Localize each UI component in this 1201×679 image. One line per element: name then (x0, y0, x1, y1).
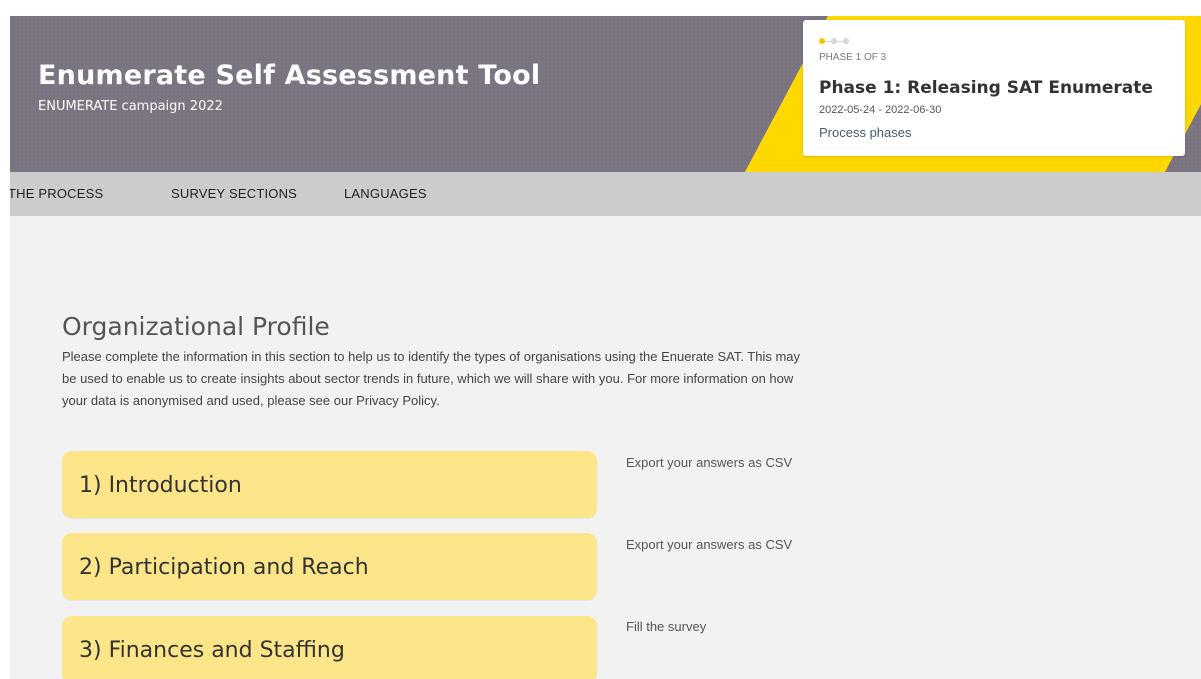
nav-languages[interactable]: LANGUAGES (344, 186, 427, 201)
header-banner: Enumerate Self Assessment Tool ENUMERATE… (10, 16, 1201, 172)
app-title: Enumerate Self Assessment Tool (38, 60, 541, 91)
main-nav: THE PROCESS SURVEY SECTIONS LANGUAGES (10, 172, 1201, 216)
section-title: Organizational Profile (62, 312, 330, 341)
page: Enumerate Self Assessment Tool ENUMERATE… (10, 16, 1201, 679)
phase-dot-3 (843, 38, 849, 44)
phase-card: PHASE 1 OF 3 Phase 1: Releasing SAT Enum… (803, 20, 1185, 156)
phase-progress-dots (819, 38, 849, 44)
phase-title: Phase 1: Releasing SAT Enumerate (819, 78, 1153, 98)
process-phases-link[interactable]: Process phases (819, 125, 912, 140)
survey-section-label: 2) Participation and Reach (79, 555, 369, 580)
phase-dates: 2022-05-24 - 2022-06-30 (819, 104, 942, 116)
survey-section-label: 3) Finances and Staffing (79, 638, 345, 663)
survey-section-card-introduction[interactable]: 1) Introduction (62, 451, 597, 518)
nav-survey-sections[interactable]: SURVEY SECTIONS (171, 186, 297, 201)
export-csv-link[interactable]: Export your answers as CSV (626, 454, 796, 472)
nav-the-process[interactable]: THE PROCESS (10, 186, 103, 201)
export-csv-link[interactable]: Export your answers as CSV (626, 536, 796, 554)
phase-counter: PHASE 1 OF 3 (819, 52, 887, 63)
survey-section-card-finances[interactable]: 3) Finances and Staffing (62, 616, 597, 679)
survey-section-card-participation[interactable]: 2) Participation and Reach (62, 533, 597, 600)
fill-survey-link[interactable]: Fill the survey (626, 618, 796, 636)
section-description: Please complete the information in this … (62, 349, 801, 408)
app-subtitle: ENUMERATE campaign 2022 (38, 99, 223, 114)
survey-section-label: 1) Introduction (79, 473, 242, 498)
